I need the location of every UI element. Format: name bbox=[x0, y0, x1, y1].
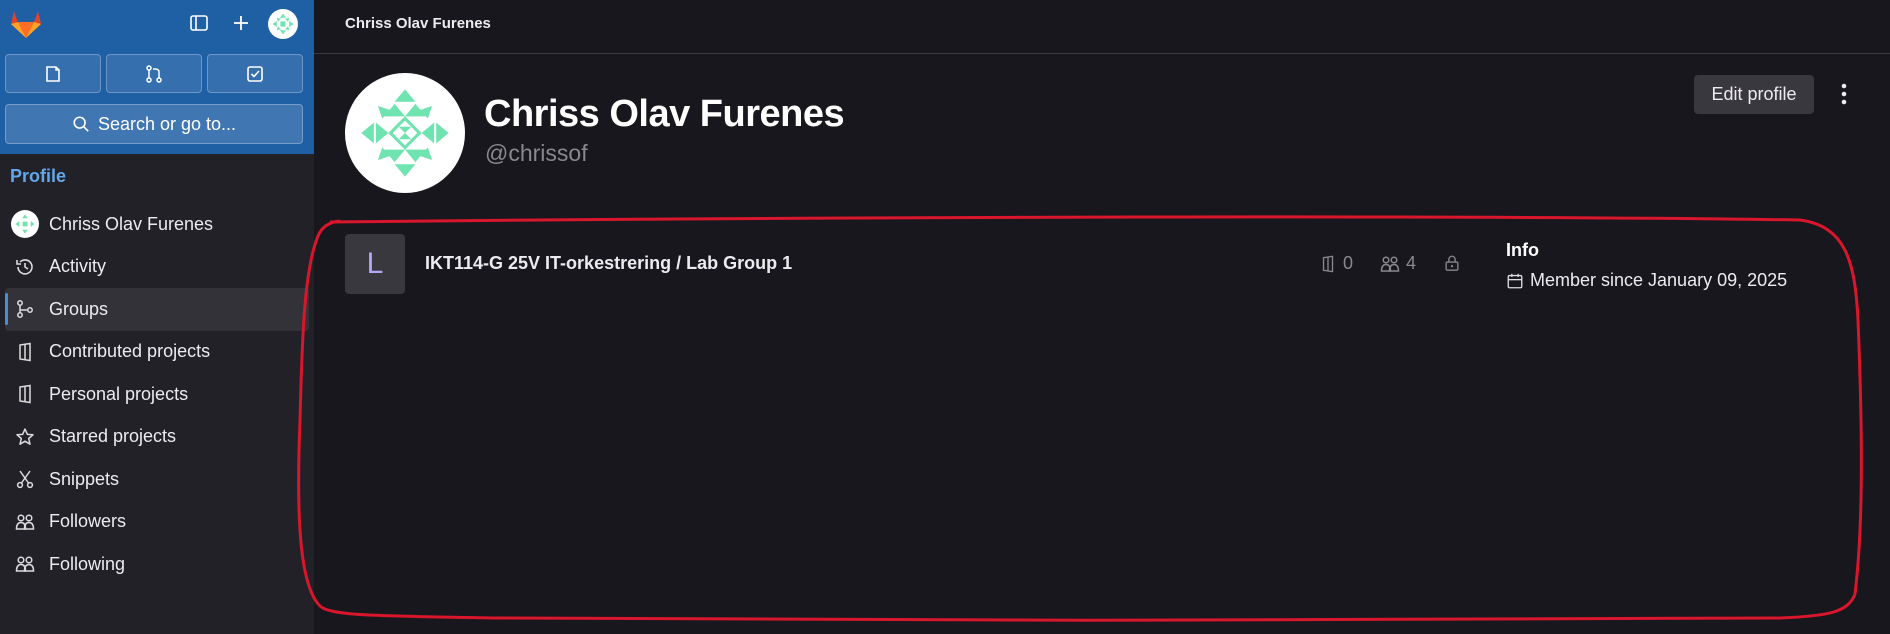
sidebar-item-following[interactable]: Following bbox=[5, 543, 309, 586]
sidebar-item-label: Followers bbox=[49, 511, 127, 532]
user-avatar-menu[interactable] bbox=[268, 9, 298, 39]
sidebar-item-personal-projects[interactable]: Personal projects bbox=[5, 373, 309, 416]
sidebar-item-followers[interactable]: Followers bbox=[5, 501, 309, 544]
todo-icon bbox=[247, 65, 263, 82]
users-icon bbox=[15, 512, 35, 532]
users-icon bbox=[15, 554, 35, 574]
sidebar-item-label: Chriss Olav Furenes bbox=[49, 213, 214, 234]
search-button[interactable]: Search or go to... bbox=[5, 104, 303, 144]
sidebar-item-label: Snippets bbox=[49, 468, 120, 489]
history-icon bbox=[15, 257, 35, 277]
projects-count-value: 0 bbox=[1343, 253, 1354, 273]
profile-name: Chriss Olav Furenes bbox=[484, 93, 845, 135]
plus-icon[interactable] bbox=[229, 11, 253, 35]
info-title: Info bbox=[1506, 240, 1539, 260]
merge-requests-button[interactable] bbox=[106, 54, 202, 93]
search-icon bbox=[73, 116, 89, 132]
edit-profile-button[interactable]: Edit profile bbox=[1694, 75, 1814, 114]
members-count: 4 bbox=[1380, 253, 1416, 274]
breadcrumb[interactable]: Chriss Olav Furenes bbox=[345, 15, 491, 32]
sidebar-item-label: Groups bbox=[49, 298, 109, 319]
sidebar-section-title: Profile bbox=[10, 166, 67, 186]
info-panel: Info Member since January 09, 2025 bbox=[1506, 240, 1787, 291]
more-actions-icon[interactable] bbox=[1830, 80, 1858, 108]
app-window: Search or go to... Profile Chriss Olav F… bbox=[0, 0, 1890, 634]
sidebar-item-label: Starred projects bbox=[49, 426, 177, 447]
calendar-icon bbox=[1507, 273, 1523, 288]
lock-icon bbox=[1445, 255, 1459, 271]
group-name-link[interactable]: IKT114-G 25V IT-orkestrering / Lab Group… bbox=[425, 253, 792, 274]
group-avatar[interactable]: L bbox=[345, 234, 405, 294]
profile-username: @chrissof bbox=[485, 140, 588, 166]
project-icon bbox=[15, 384, 35, 404]
identicon-icon bbox=[272, 13, 294, 35]
group-icon bbox=[15, 299, 35, 319]
sidebar-item-snippets[interactable]: Snippets bbox=[5, 458, 309, 501]
search-label: Search or go to... bbox=[97, 113, 237, 134]
project-icon bbox=[15, 342, 35, 362]
visibility-private bbox=[1443, 253, 1461, 273]
merge-request-icon bbox=[146, 64, 162, 83]
star-icon bbox=[15, 427, 35, 447]
sidebar-item-label: Personal projects bbox=[49, 383, 189, 404]
sidebar-item-activity[interactable]: Activity bbox=[5, 246, 309, 289]
sidebar-item-label: Following bbox=[49, 553, 126, 574]
scissors-icon bbox=[15, 469, 35, 489]
sidebar-header: Search or go to... bbox=[0, 0, 314, 154]
top-bar: Chriss Olav Furenes bbox=[314, 0, 1890, 54]
sidebar: Search or go to... Profile Chriss Olav F… bbox=[0, 0, 314, 634]
identicon-icon bbox=[15, 214, 35, 234]
sidebar-toggle-icon[interactable] bbox=[187, 11, 211, 35]
sidebar-item-label: Activity bbox=[49, 256, 107, 277]
sidebar-nav: Chriss Olav Furenes Activity Groups Cont… bbox=[5, 203, 309, 586]
users-icon bbox=[1380, 255, 1400, 272]
sidebar-item-user[interactable]: Chriss Olav Furenes bbox=[5, 203, 309, 246]
members-count-value: 4 bbox=[1406, 253, 1417, 273]
sidebar-item-groups[interactable]: Groups bbox=[5, 288, 309, 331]
todo-button[interactable] bbox=[207, 54, 303, 93]
identicon-icon bbox=[361, 89, 449, 177]
gitlab-logo-icon[interactable] bbox=[8, 6, 44, 40]
group-row[interactable]: L IKT114-G 25V IT-orkestrering / Lab Gro… bbox=[345, 234, 1475, 294]
project-icon bbox=[1322, 255, 1334, 272]
projects-count: 0 bbox=[1319, 253, 1353, 274]
sidebar-item-contributed-projects[interactable]: Contributed projects bbox=[5, 331, 309, 374]
issues-icon bbox=[46, 65, 60, 82]
sidebar-item-label: Contributed projects bbox=[49, 341, 211, 362]
issues-button[interactable] bbox=[5, 54, 101, 93]
sidebar-item-starred-projects[interactable]: Starred projects bbox=[5, 416, 309, 459]
profile-avatar bbox=[345, 73, 465, 193]
member-since-text: Member since January 09, 2025 bbox=[1530, 270, 1788, 290]
user-avatar bbox=[11, 210, 39, 239]
member-since: Member since January 09, 2025 bbox=[1506, 270, 1787, 291]
